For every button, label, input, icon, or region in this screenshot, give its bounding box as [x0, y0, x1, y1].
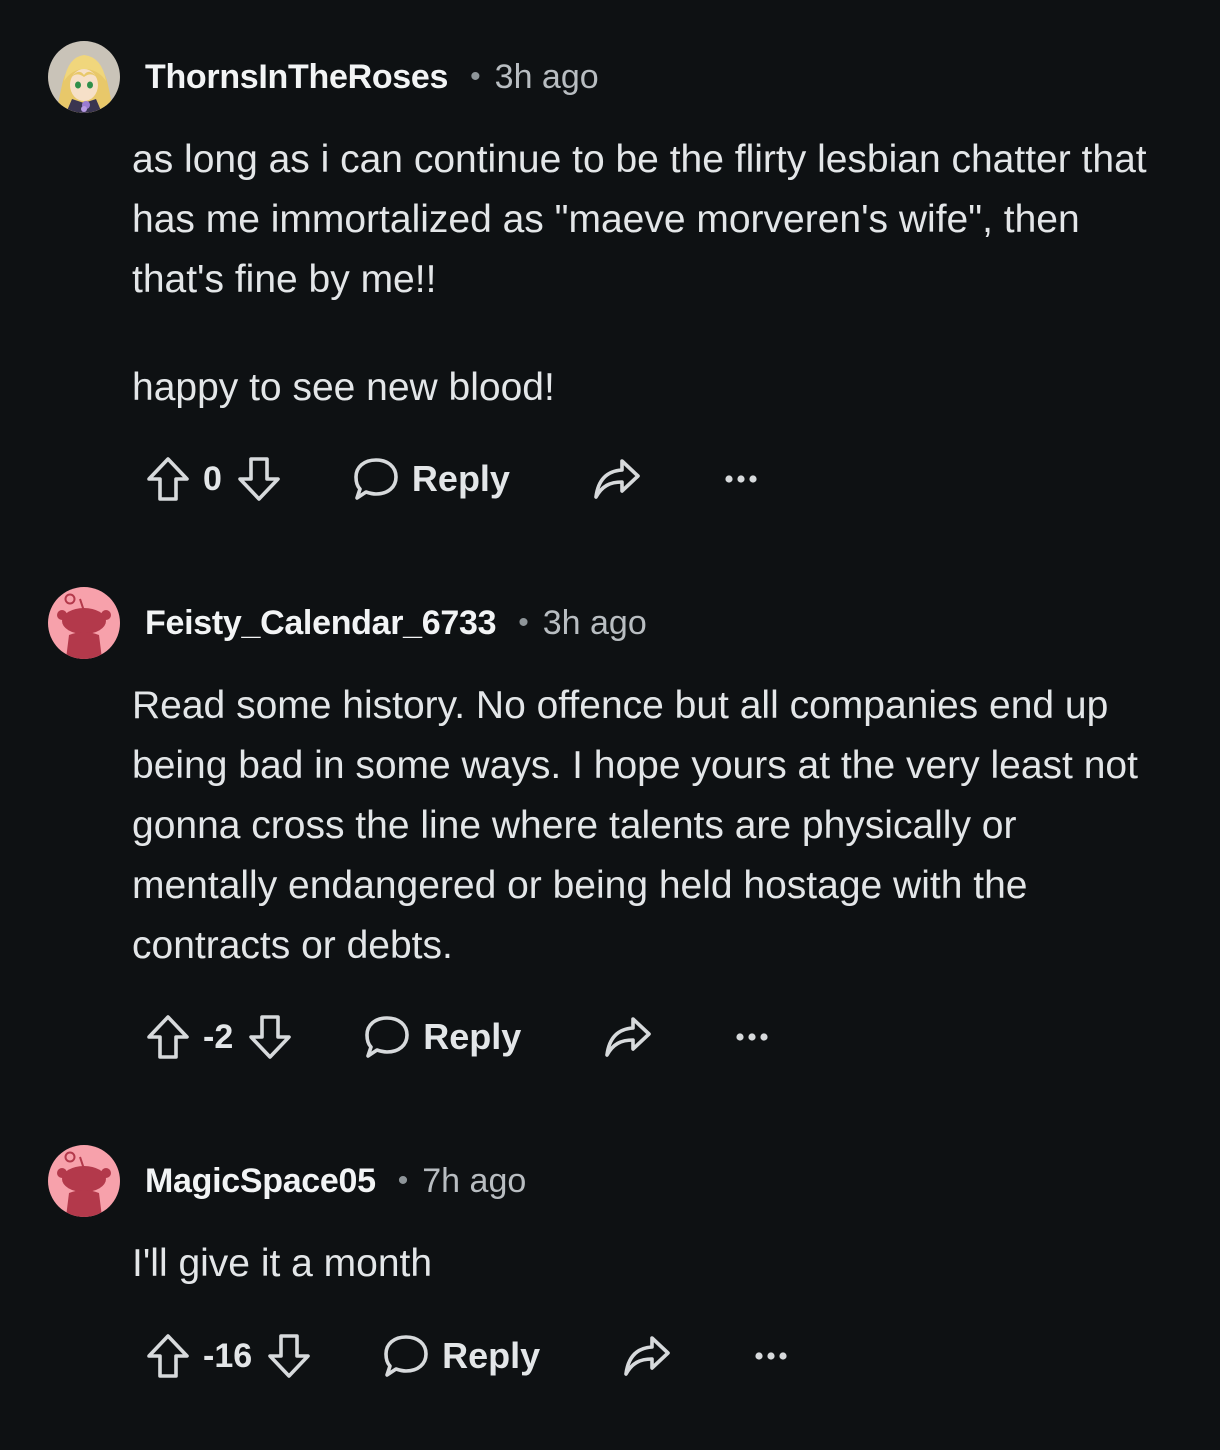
reply-label: Reply — [442, 1335, 541, 1376]
snoo-avatar-icon — [48, 1145, 120, 1217]
username[interactable]: ThornsInTheRoses — [145, 58, 448, 97]
comment-body: as long as i can continue to be the flir… — [132, 130, 1172, 418]
share-arrow-icon[interactable] — [622, 1334, 672, 1378]
separator-dot: • — [397, 1164, 409, 1197]
user-avatar[interactable] — [48, 587, 120, 659]
speech-bubble-icon — [363, 1014, 411, 1060]
timestamp: 3h ago — [494, 57, 599, 96]
timestamp: 3h ago — [542, 603, 647, 642]
comment-meta: Feisty_Calendar_6733 • 3h ago — [145, 587, 647, 659]
timestamp: 7h ago — [422, 1161, 527, 1200]
username[interactable]: Feisty_Calendar_6733 — [145, 604, 497, 643]
comment-actions: 0 Reply — [145, 449, 758, 509]
anime-avatar — [48, 41, 120, 113]
reply-button[interactable]: Reply — [363, 1014, 521, 1060]
share-arrow-icon[interactable] — [592, 457, 642, 501]
comment-meta: MagicSpace05 • 7h ago — [145, 1145, 526, 1217]
comment-actions: -2 Reply — [145, 1007, 769, 1067]
downvote-arrow-icon[interactable] — [247, 1013, 293, 1061]
upvote-arrow-icon[interactable] — [145, 1013, 191, 1061]
vote-score: 0 — [203, 459, 222, 498]
more-dots-icon[interactable] — [724, 473, 758, 485]
speech-bubble-icon — [382, 1333, 430, 1379]
downvote-arrow-icon[interactable] — [266, 1332, 312, 1380]
comment-actions: -16 Reply — [145, 1326, 788, 1386]
username[interactable]: MagicSpace05 — [145, 1162, 376, 1201]
comment-paragraph: I'll give it a month — [132, 1242, 433, 1285]
upvote-arrow-icon[interactable] — [145, 455, 191, 503]
user-avatar[interactable] — [48, 41, 120, 113]
more-dots-icon[interactable] — [735, 1031, 769, 1043]
speech-bubble-icon — [352, 456, 400, 502]
comment-paragraph: as long as i can continue to be the flir… — [132, 138, 1147, 301]
reply-label: Reply — [423, 1016, 522, 1057]
reply-button[interactable]: Reply — [352, 456, 510, 502]
vote-score: -2 — [203, 1017, 234, 1056]
more-dots-icon[interactable] — [754, 1350, 788, 1362]
reply-label: Reply — [411, 458, 510, 499]
comment-body: I'll give it a month — [132, 1234, 1172, 1294]
reply-button[interactable]: Reply — [382, 1333, 540, 1379]
comment-meta: ThornsInTheRoses • 3h ago — [145, 41, 599, 113]
snoo-avatar-icon — [48, 587, 120, 659]
comment-body: Read some history. No offence but all co… — [132, 676, 1172, 976]
downvote-arrow-icon[interactable] — [236, 455, 282, 503]
share-arrow-icon[interactable] — [603, 1015, 653, 1059]
user-avatar[interactable] — [48, 1145, 120, 1217]
separator-dot: • — [518, 606, 529, 639]
comment-paragraph: happy to see new blood! — [132, 366, 555, 409]
separator-dot: • — [470, 60, 481, 93]
comment-paragraph: Read some history. No offence but all co… — [132, 684, 1138, 967]
upvote-arrow-icon[interactable] — [145, 1332, 191, 1380]
vote-score: -16 — [203, 1336, 253, 1375]
